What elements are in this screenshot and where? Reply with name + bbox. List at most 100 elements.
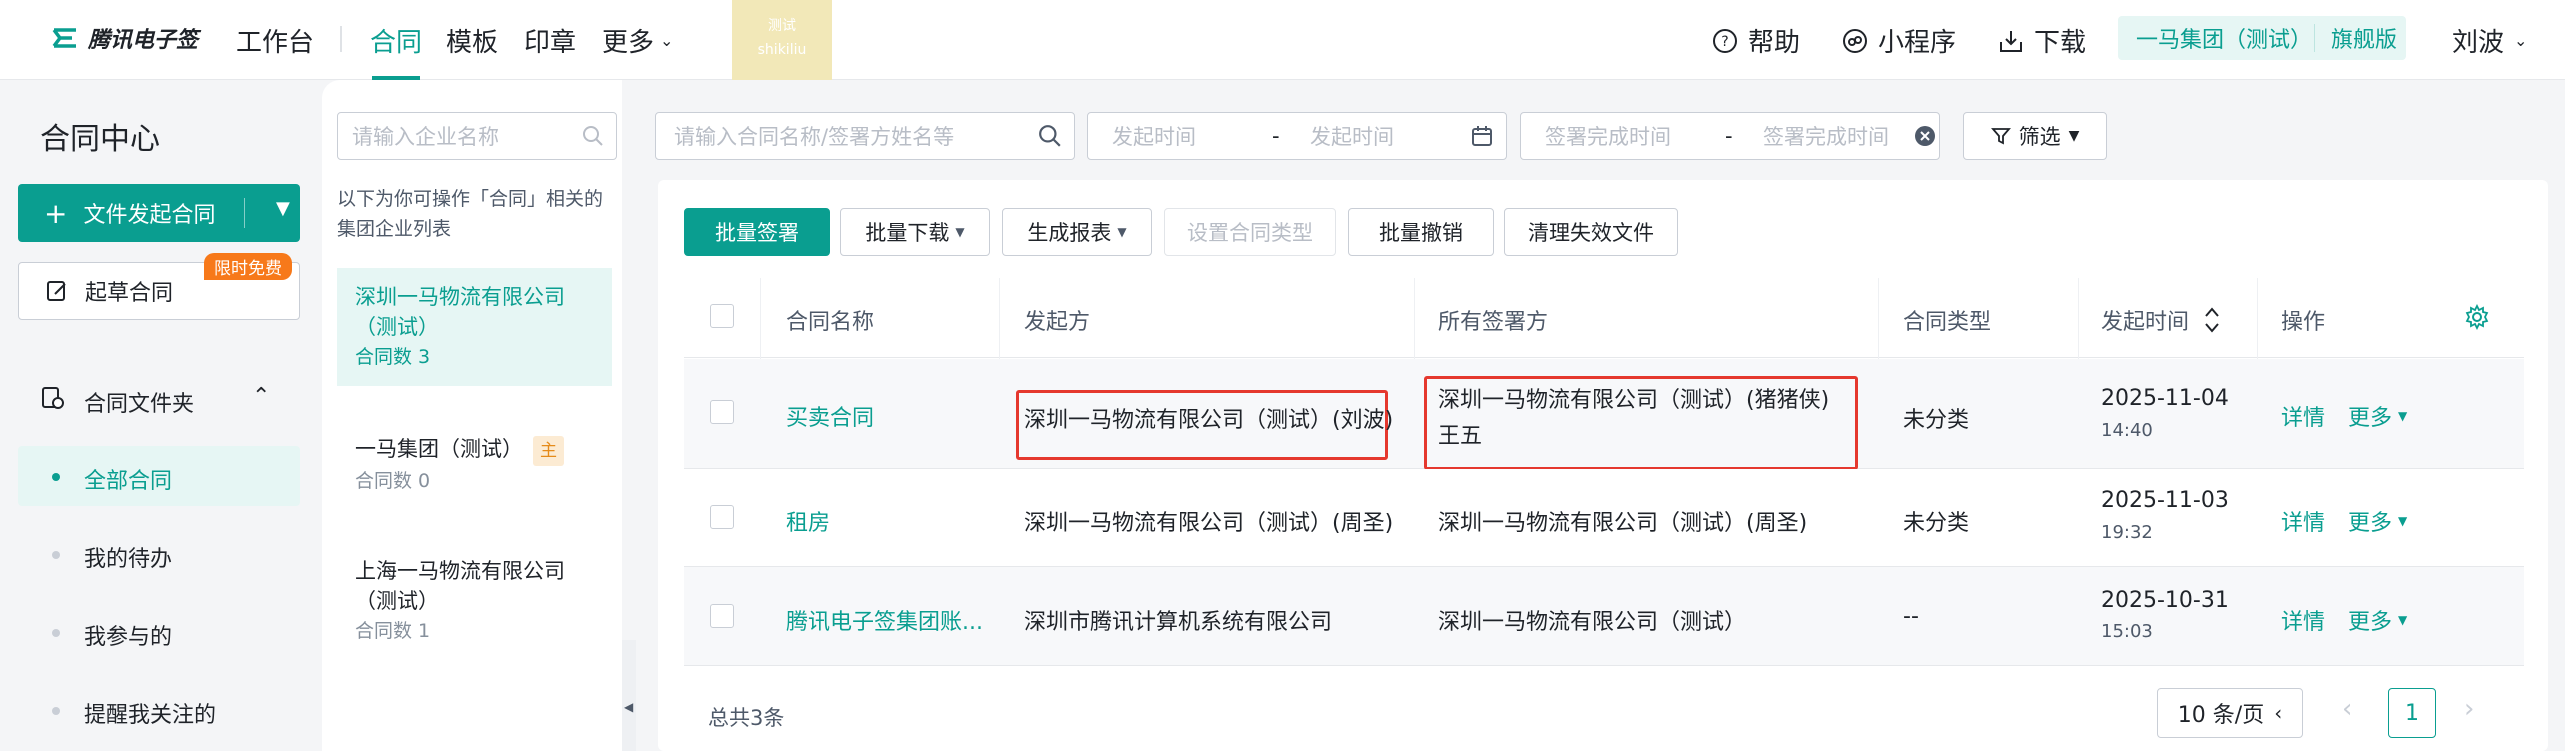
select-all-checkbox[interactable] <box>710 304 734 328</box>
svg-text:?: ? <box>1721 34 1728 50</box>
org-name: 一马集团（测试） <box>2136 28 2313 53</box>
chevron-down-icon: ⌄ <box>660 31 674 50</box>
caret-down-icon: ▼ <box>1117 225 1127 239</box>
contract-name-link[interactable]: 租房 <box>786 505 830 537</box>
next-page-button[interactable]: › <box>2464 694 2474 724</box>
detail-link[interactable]: 详情 <box>2281 505 2325 537</box>
batch-download-label: 批量下载 <box>865 221 950 245</box>
sidebar-item-all-contracts[interactable]: 全部合同 <box>84 463 172 495</box>
nav-contract[interactable]: 合同 <box>370 22 422 59</box>
more-actions-dropdown[interactable]: 更多 ▼ <box>2348 505 2407 537</box>
contract-name-link[interactable]: 腾讯电子签集团账... <box>786 604 983 636</box>
company-item[interactable]: 深圳一马物流有限公司（测试） 合同数 3 <box>337 268 612 386</box>
row-checkbox[interactable] <box>710 505 734 529</box>
free-badge: 限时免费 <box>204 253 292 280</box>
detail-link[interactable]: 详情 <box>2281 604 2325 636</box>
row-checkbox[interactable] <box>710 604 734 628</box>
search-icon <box>1039 125 1061 147</box>
chevron-down-icon: ⌄ <box>2514 31 2528 50</box>
start-time-range[interactable]: 发起时间 - 发起时间 <box>1087 112 1507 160</box>
page-size-select[interactable]: 10 条/页 ‹ <box>2157 688 2303 738</box>
sidebar-item-my-todo[interactable]: 我的待办 <box>84 541 172 573</box>
table-header <box>684 278 2524 358</box>
main-org-tag: 主 <box>533 436 564 466</box>
signed-time-from: 签署完成时间 <box>1545 125 1671 149</box>
company-search-input[interactable]: 请输入企业名称 <box>337 112 617 160</box>
start-time-from: 发起时间 <box>1112 125 1196 149</box>
draft-contract-label: 起草合同 <box>85 281 174 306</box>
generate-report-button[interactable]: 生成报表 ▼ <box>1002 208 1152 256</box>
set-contract-type-button[interactable]: 设置合同类型 <box>1164 208 1336 256</box>
miniprogram-label: 小程序 <box>1878 28 1957 58</box>
company-search-placeholder: 请输入企业名称 <box>352 125 499 149</box>
more-label: 更多 <box>2348 406 2393 431</box>
column-header-start-time[interactable]: 发起时间 <box>2101 304 2221 336</box>
more-actions-dropdown[interactable]: 更多 ▼ <box>2348 400 2407 432</box>
company-item[interactable]: 一马集团（测试） 主 合同数 0 <box>337 420 612 510</box>
contract-name-link[interactable]: 买卖合同 <box>786 400 874 432</box>
nav-more[interactable]: 更多 ⌄ <box>602 22 673 59</box>
prev-page-button[interactable]: ‹ <box>2342 694 2352 724</box>
company-contract-count: 合同数 1 <box>355 620 431 642</box>
contract-search-input[interactable]: 请输入合同名称/签署方姓名等 <box>655 112 1075 160</box>
start-time: 15:03 <box>2101 621 2153 642</box>
page-button-current[interactable]: 1 <box>2388 688 2436 738</box>
start-time: 19:32 <box>2101 522 2153 543</box>
filter-icon <box>1990 128 2011 145</box>
nav-seal[interactable]: 印章 <box>524 22 576 59</box>
miniprogram-link[interactable]: 小程序 <box>1842 22 1956 59</box>
caret-down-icon[interactable]: ▼ <box>276 198 290 219</box>
detail-link[interactable]: 详情 <box>2281 400 2325 432</box>
help-link[interactable]: ? 帮助 <box>1712 22 1800 59</box>
batch-sign-button[interactable]: 批量签署 <box>684 208 830 256</box>
initiate-contract-button[interactable]: + 文件发起合同 ▼ <box>18 184 300 242</box>
bullet-icon <box>52 629 60 637</box>
caret-down-icon: ▼ <box>2068 128 2080 144</box>
initiator-cell: 深圳市腾讯计算机系统有限公司 <box>1024 610 1333 635</box>
company-contract-count: 合同数 3 <box>355 346 431 368</box>
signers-cell-line1: 深圳一马物流有限公司（测试）(猪猪侠) <box>1438 388 1830 413</box>
sidebar-item-participated[interactable]: 我参与的 <box>84 619 172 651</box>
nav-template[interactable]: 模板 <box>446 22 498 59</box>
download-link[interactable]: 下载 <box>1998 22 2086 59</box>
range-separator: - <box>1725 124 1733 148</box>
initiator-cell: 深圳一马物流有限公司（测试）(刘波) <box>1024 408 1394 433</box>
download-label: 下载 <box>2034 28 2087 58</box>
top-bar: 腾讯电子签 工作台 合同 模板 印章 更多 ⌄ 测试 shikiliu ? 帮助… <box>0 0 2565 80</box>
button-divider <box>244 198 245 228</box>
chevron-up-icon[interactable]: ⌃ <box>252 384 270 409</box>
initiator-cell: 深圳一马物流有限公司（测试）(周圣) <box>1024 511 1394 536</box>
row-checkbox[interactable] <box>710 400 734 424</box>
more-actions-dropdown[interactable]: 更多 ▼ <box>2348 604 2407 636</box>
signers-cell-line1: 深圳一马物流有限公司（测试）(周圣) <box>1438 511 1808 536</box>
batch-revoke-button[interactable]: 批量撤销 <box>1348 208 1494 256</box>
nav-workbench[interactable]: 工作台 <box>236 22 314 59</box>
range-separator: - <box>1272 124 1280 148</box>
filter-button[interactable]: 筛选 ▼ <box>1963 112 2107 160</box>
user-menu[interactable]: 刘波 ⌄ <box>2452 22 2527 59</box>
caret-down-icon: ▼ <box>2398 514 2408 528</box>
settings-gear-icon[interactable] <box>2464 304 2490 330</box>
signed-time-range[interactable]: 签署完成时间 - 签署完成时间 <box>1520 112 1940 160</box>
contract-folder-toggle[interactable]: 合同文件夹 <box>84 386 194 418</box>
start-time-to: 发起时间 <box>1310 125 1394 149</box>
org-switcher[interactable]: 一马集团（测试） 旗舰版 <box>2118 16 2406 60</box>
batch-download-button[interactable]: 批量下载 ▼ <box>840 208 990 256</box>
sidebar-item-follow[interactable]: 提醒我关注的 <box>84 697 216 729</box>
signers-cell-line2: 王五 <box>1438 424 1483 449</box>
company-name: 深圳一马物流有限公司（测试） <box>355 285 565 339</box>
company-contract-count: 合同数 0 <box>355 470 431 492</box>
panel-collapse-handle[interactable]: ◀ <box>622 640 636 751</box>
bullet-icon <box>52 707 60 715</box>
clean-invalid-files-button[interactable]: 清理失效文件 <box>1504 208 1678 256</box>
filter-label: 筛选 <box>2018 125 2061 149</box>
logo[interactable]: 腾讯电子签 <box>52 22 198 54</box>
clear-icon[interactable] <box>1913 124 1937 148</box>
company-item[interactable]: 上海一马物流有限公司（测试） 合同数 1 <box>337 542 612 660</box>
contract-search-placeholder: 请输入合同名称/签署方姓名等 <box>674 125 955 149</box>
company-name: 一马集团（测试） <box>355 437 523 461</box>
sort-icon <box>2205 307 2219 333</box>
signed-time-to: 签署完成时间 <box>1763 125 1889 149</box>
caret-down-icon: ▼ <box>2398 613 2408 627</box>
watermark-line2: shikiliu <box>757 42 807 58</box>
